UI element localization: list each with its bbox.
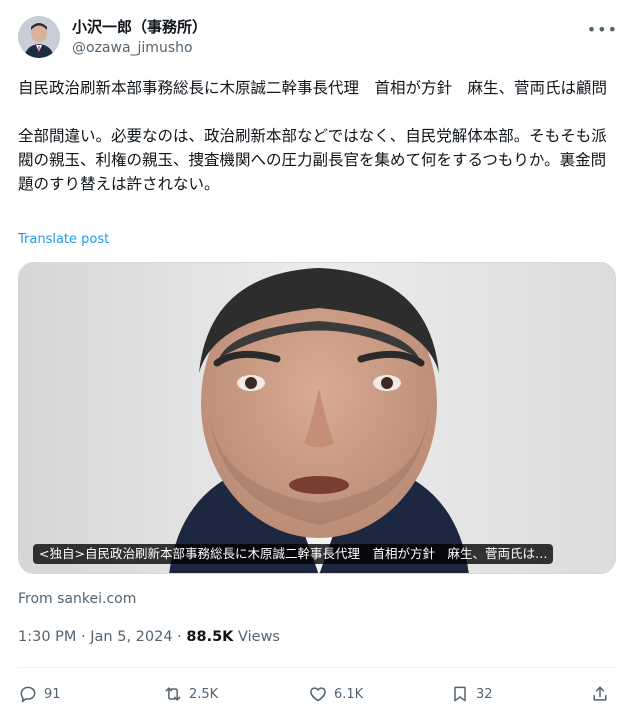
reply-icon <box>20 686 36 703</box>
tweet-header: 小沢一郎（事務所） @ozawa_jimusho ••• <box>18 14 618 64</box>
avatar-image <box>18 16 60 58</box>
translate-post-link[interactable]: Translate post <box>18 232 109 247</box>
reply-count: 91 <box>44 686 61 702</box>
bookmark-button[interactable]: 32 <box>450 680 493 708</box>
bookmark-count: 32 <box>476 686 493 702</box>
post-meta: 1:30 PM · Jan 5, 2024 · 88.5K Views <box>18 629 280 645</box>
tweet-text: 自民政治刷新本部事務総長に木原誠二幹事長代理 首相が方針 麻生、菅両氏は顧問 全… <box>18 79 608 193</box>
like-count: 6.1K <box>334 686 364 702</box>
more-options-icon[interactable]: ••• <box>587 20 618 39</box>
reply-button[interactable]: 91 <box>18 680 61 708</box>
link-card-title[interactable]: <独自>自民政治刷新本部事務総長に木原誠二幹事長代理 首相が方針 麻生、菅両氏は… <box>33 544 554 564</box>
repost-icon <box>165 687 181 701</box>
display-name[interactable]: 小沢一郎（事務所） <box>72 17 207 37</box>
like-button[interactable]: 6.1K <box>308 680 363 708</box>
views-label: Views <box>233 629 280 645</box>
user-handle[interactable]: @ozawa_jimusho <box>72 38 207 58</box>
repost-button[interactable]: 2.5K <box>163 680 218 708</box>
share-icon <box>593 686 607 701</box>
repost-count: 2.5K <box>189 686 219 702</box>
heart-icon <box>310 687 326 702</box>
divider <box>18 667 618 668</box>
avatar[interactable] <box>18 16 60 58</box>
share-button[interactable] <box>590 680 610 708</box>
link-source[interactable]: From sankei.com <box>18 591 136 607</box>
views-count: 88.5K <box>186 629 234 645</box>
bookmark-icon <box>454 686 466 702</box>
action-bar: 91 2.5K 6.1K 32 <box>18 680 618 708</box>
link-card-image <box>19 263 615 573</box>
link-card[interactable]: <独自>自民政治刷新本部事務総長に木原誠二幹事長代理 首相が方針 麻生、菅両氏は… <box>18 262 616 574</box>
post-timestamp[interactable]: 1:30 PM · Jan 5, 2024 · <box>18 629 186 645</box>
